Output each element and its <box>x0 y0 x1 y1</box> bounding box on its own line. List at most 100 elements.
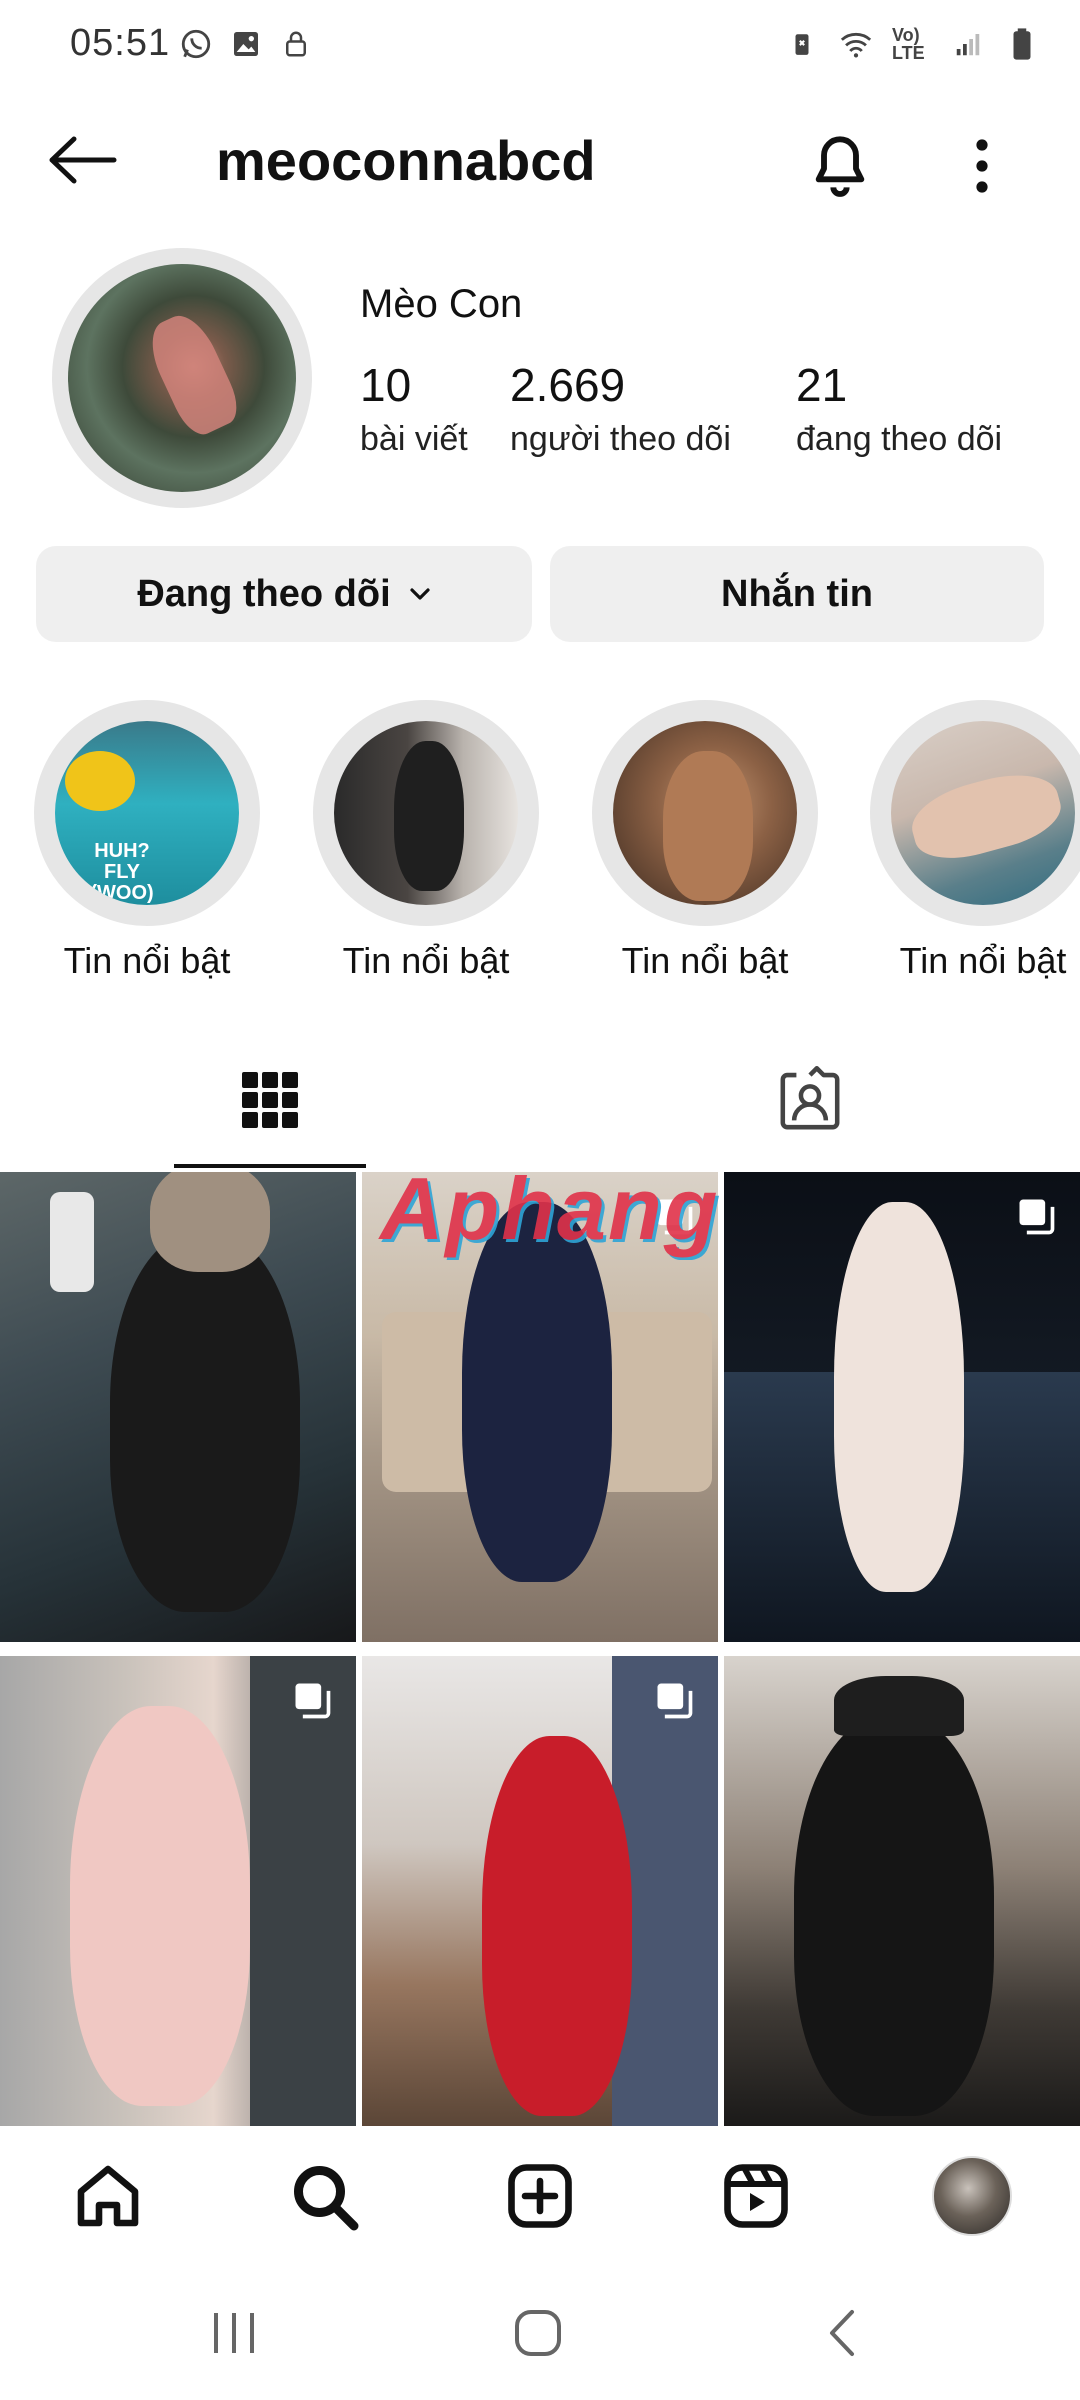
post-figure <box>110 1232 300 1612</box>
post-head <box>150 1172 270 1272</box>
highlight-item[interactable]: HUH? FLY (WOO) Tin nổi bật <box>34 700 260 982</box>
followers-label: người theo dõi <box>510 420 731 458</box>
bell-icon <box>815 136 865 197</box>
post-figure <box>70 1706 250 2106</box>
phone-shape <box>50 1192 94 1292</box>
notifications-button[interactable] <box>800 126 880 206</box>
status-notification-icons <box>178 26 314 62</box>
following-count: 21 <box>796 359 848 411</box>
following-label: đang theo dõi <box>796 420 1003 458</box>
battery-icon <box>1004 26 1040 62</box>
highlight-item[interactable]: Tin nổi bật <box>313 700 539 982</box>
posts-label: bài viết <box>360 420 468 458</box>
status-bar: 05:51 Vo) LTE <box>0 0 1080 96</box>
post-thumbnail[interactable] <box>724 1172 1080 1642</box>
profile-tabs <box>0 1030 1080 1170</box>
following-button-label: Đang theo dõi <box>137 572 391 615</box>
display-name: Mèo Con <box>360 282 523 326</box>
post-figure <box>482 1736 632 2116</box>
highlight-ring: HUH? FLY (WOO) <box>34 700 260 926</box>
highlight-ring <box>592 700 818 926</box>
recents-button[interactable] <box>184 2298 284 2368</box>
figure-shape <box>904 762 1068 870</box>
post-figure <box>834 1202 964 1592</box>
profile-header: meoconnabcd <box>0 110 1080 210</box>
avatar-image <box>68 264 296 492</box>
nav-profile[interactable] <box>922 2146 1022 2246</box>
lock-icon <box>278 26 314 62</box>
profile-username: meoconnabcd <box>216 129 596 192</box>
highlight-label: Tin nổi bật <box>342 940 510 981</box>
tab-tagged[interactable] <box>540 1030 1080 1170</box>
post-thumbnail[interactable] <box>724 1656 1080 2126</box>
highlight-label: Tin nổi bật <box>621 940 789 981</box>
status-time: 05:51 <box>70 22 171 64</box>
float-shape <box>65 751 135 811</box>
followers-stat[interactable]: 2.669 người theo dõi <box>510 358 731 459</box>
figure-shape <box>663 751 753 901</box>
following-button[interactable]: Đang theo dõi <box>36 546 532 642</box>
system-navigation <box>0 2268 1080 2400</box>
back-chevron-icon <box>830 2310 854 2356</box>
tagged-icon <box>780 1066 840 1130</box>
back-button[interactable] <box>46 130 120 190</box>
bottom-navigation <box>0 2126 1080 2258</box>
highlight-cover <box>334 721 518 905</box>
gallery-icon <box>228 26 264 62</box>
highlight-cover: HUH? FLY (WOO) <box>55 721 239 905</box>
more-options-button[interactable] <box>950 126 1014 206</box>
highlight-cover <box>891 721 1075 905</box>
post-thumbnail[interactable] <box>0 1656 356 2126</box>
home-button[interactable] <box>488 2298 588 2368</box>
post-thumbnail[interactable] <box>362 1656 718 2126</box>
posts-count: 10 <box>360 359 412 411</box>
search-icon <box>294 2166 359 2231</box>
watermark: Aphang <box>380 1159 720 1258</box>
figure-shape <box>394 741 464 891</box>
highlight-cover <box>613 721 797 905</box>
multi-photo-icon <box>290 1678 334 1727</box>
post-figure <box>794 1716 994 2116</box>
signal-icon <box>950 26 986 62</box>
message-button-label: Nhắn tin <box>721 572 873 615</box>
avatar-figure <box>140 306 246 442</box>
highlight-item[interactable]: Tin nổi bật <box>592 700 818 982</box>
whatsapp-icon <box>178 26 214 62</box>
create-icon <box>508 2164 572 2228</box>
tab-posts-grid[interactable] <box>0 1030 540 1170</box>
recents-icon <box>214 2313 254 2353</box>
nav-search[interactable] <box>274 2146 374 2246</box>
message-button[interactable]: Nhắn tin <box>550 546 1044 642</box>
highlight-ring <box>313 700 539 926</box>
chevron-down-icon <box>409 587 431 601</box>
active-tab-indicator <box>174 1164 366 1168</box>
post-thumbnail[interactable] <box>0 1172 356 1642</box>
home-icon <box>77 2165 139 2227</box>
home-circle-icon <box>515 2310 561 2356</box>
profile-avatar[interactable] <box>52 248 312 508</box>
multi-photo-icon <box>652 1678 696 1727</box>
back-system-button[interactable] <box>792 2298 892 2368</box>
posts-stat: 10 bài viết <box>360 358 468 459</box>
more-vertical-icon <box>976 139 988 193</box>
nav-create[interactable] <box>490 2146 590 2246</box>
wifi-icon <box>838 26 874 62</box>
followers-count: 2.669 <box>510 359 626 411</box>
battery-saver-icon <box>784 26 820 62</box>
grid-icon <box>242 1072 298 1128</box>
nav-home[interactable] <box>58 2146 158 2246</box>
reels-icon <box>724 2164 788 2228</box>
profile-avatar-small <box>932 2156 1012 2236</box>
network-label: Vo) LTE <box>892 25 925 63</box>
following-stat[interactable]: 21 đang theo dõi <box>796 358 1002 459</box>
highlight-caption: HUH? FLY (WOO) <box>90 840 154 904</box>
hat-shape <box>834 1676 964 1736</box>
highlight-label: Tin nổi bật <box>63 940 231 981</box>
nav-reels[interactable] <box>706 2146 806 2246</box>
back-arrow-icon <box>49 136 117 184</box>
status-system-icons: Vo) LTE <box>784 26 1040 62</box>
highlight-label: Tin nổi bật <box>899 940 1067 981</box>
highlight-ring <box>870 700 1080 926</box>
multi-photo-icon <box>1014 1194 1058 1243</box>
highlight-item[interactable]: Tin nổi bật <box>870 700 1080 982</box>
